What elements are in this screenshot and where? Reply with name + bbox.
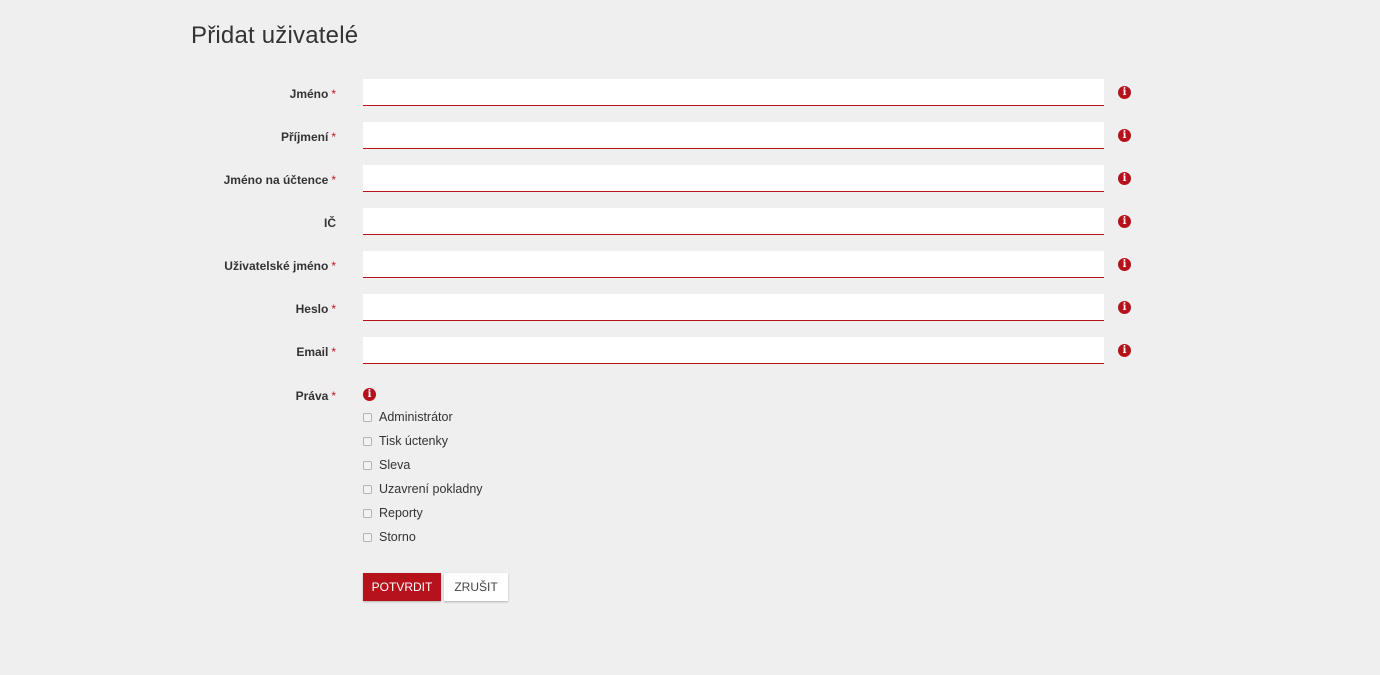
checkbox[interactable]: [363, 436, 372, 446]
last-name-input[interactable]: [363, 122, 1104, 149]
field-row-username: Uživatelské jméno * i: [0, 251, 1380, 281]
field-row-company-id: IČ i: [0, 208, 1380, 238]
checkbox-label[interactable]: Administrátor: [379, 410, 453, 424]
checkbox-item-storno[interactable]: Storno: [363, 525, 483, 549]
info-icon[interactable]: i: [1118, 344, 1131, 357]
required-mark: *: [331, 389, 336, 403]
username-label: Uživatelské jméno *: [224, 259, 336, 273]
field-row-first-name: Jméno * i: [0, 79, 1380, 109]
checkbox-label[interactable]: Storno: [379, 530, 416, 544]
required-mark: *: [331, 259, 336, 273]
required-mark: *: [331, 130, 336, 144]
info-icon[interactable]: i: [1118, 172, 1131, 185]
field-row-email: Email * i: [0, 337, 1380, 367]
checkbox-label[interactable]: Sleva: [379, 458, 410, 472]
required-mark: *: [331, 87, 336, 101]
info-icon[interactable]: i: [1118, 215, 1131, 228]
checkbox[interactable]: [363, 460, 372, 470]
checkbox-item-print-receipt[interactable]: Tisk úctenky: [363, 429, 483, 453]
required-mark: *: [331, 173, 336, 187]
cancel-button[interactable]: ZRUŠIT: [444, 573, 508, 601]
email-label: Email *: [296, 345, 336, 359]
info-icon[interactable]: i: [363, 388, 376, 401]
last-name-label: Příjmení *: [280, 130, 336, 144]
checkbox-item-discount[interactable]: Sleva: [363, 453, 483, 477]
email-input[interactable]: [363, 337, 1104, 364]
field-row-password: Heslo * i: [0, 294, 1380, 324]
required-mark: *: [331, 302, 336, 316]
rights-checkbox-list: Administrátor Tisk úctenky Sleva Uzavren…: [363, 405, 483, 549]
receipt-name-label: Jméno na účtence *: [223, 173, 336, 187]
password-input[interactable]: [363, 294, 1104, 321]
required-mark: *: [331, 345, 336, 359]
checkbox-label[interactable]: Uzavrení pokladny: [379, 482, 483, 496]
info-icon[interactable]: i: [1118, 258, 1131, 271]
rights-label: Práva *: [295, 389, 336, 403]
first-name-label: Jméno *: [289, 87, 336, 101]
checkbox[interactable]: [363, 484, 372, 494]
add-user-page: Přidat uživatelé Jméno * i Příjmení * i Jm…: [0, 0, 1380, 675]
company-id-input[interactable]: [363, 208, 1104, 235]
submit-button[interactable]: POTVRDIT: [363, 573, 441, 601]
checkbox-item-reports[interactable]: Reporty: [363, 501, 483, 525]
checkbox-label[interactable]: Reporty: [379, 506, 423, 520]
company-id-label: IČ: [324, 216, 336, 230]
password-label: Heslo *: [295, 302, 336, 316]
field-row-last-name: Příjmení * i: [0, 122, 1380, 152]
checkbox-item-close-register[interactable]: Uzavrení pokladny: [363, 477, 483, 501]
checkbox[interactable]: [363, 412, 372, 422]
first-name-input[interactable]: [363, 79, 1104, 106]
receipt-name-input[interactable]: [363, 165, 1104, 192]
info-icon[interactable]: i: [1118, 301, 1131, 314]
checkbox[interactable]: [363, 508, 372, 518]
info-icon[interactable]: i: [1118, 86, 1131, 99]
checkbox-item-administrator[interactable]: Administrátor: [363, 405, 483, 429]
checkbox[interactable]: [363, 532, 372, 542]
username-input[interactable]: [363, 251, 1104, 278]
info-icon[interactable]: i: [1118, 129, 1131, 142]
checkbox-label[interactable]: Tisk úctenky: [379, 434, 448, 448]
field-row-receipt-name: Jméno na účtence * i: [0, 165, 1380, 195]
page-title: Přidat uživatelé: [191, 22, 359, 49]
